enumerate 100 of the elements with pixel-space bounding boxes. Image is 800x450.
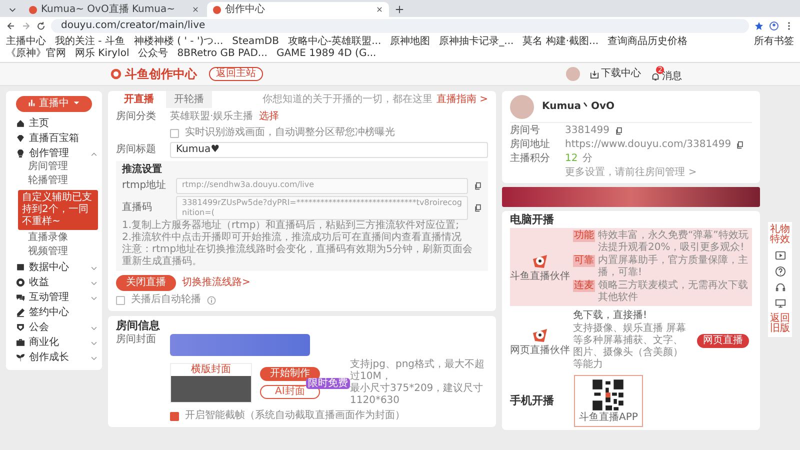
star-icon[interactable]	[754, 21, 764, 31]
guide-link[interactable]: 直播指南 >	[436, 94, 488, 106]
sprout-icon	[16, 353, 25, 362]
sidebar-item[interactable]: 收益	[10, 275, 98, 290]
sidebar-item[interactable]: 公会	[10, 320, 98, 335]
address-bar[interactable]: douyu.com/creator/main/live	[51, 19, 749, 33]
note-text: 2.推流软件中点击开播即可开始推流，推流成功后可在直播间内查看直播情况	[122, 232, 463, 244]
guide-hint: 你想知道的关于开播的一切，都在这里	[262, 94, 432, 106]
field-label: 房间标题	[116, 144, 157, 156]
sidebar-item[interactable]: 主页	[10, 116, 98, 131]
play-icon[interactable]	[774, 250, 786, 261]
back-icon[interactable]	[6, 21, 16, 31]
field-label: 房间封面	[116, 334, 157, 347]
avatar	[510, 95, 534, 119]
score-value: 12	[565, 153, 578, 165]
coin-icon	[16, 278, 25, 287]
sidebar-subitem[interactable]: 视频管理	[10, 246, 98, 260]
info-label: 房间地址	[510, 139, 551, 151]
copy-icon[interactable]	[614, 127, 623, 135]
upload-hint: 支持jpg、png格式，最大不超过10M，	[350, 359, 486, 382]
sidebar-item[interactable]: 创作成长	[10, 350, 98, 365]
switch-line-link[interactable]: 切换推流线路>	[182, 277, 250, 289]
copy-icon[interactable]	[474, 204, 482, 212]
note-text: 注意：rtmp地址在切换推流线路时会变化，直播码有效期为5分钟，刷新页面会重新生成直播码。	[122, 244, 474, 268]
sidebar-item[interactable]: 商业化	[10, 335, 98, 350]
info-label: 房间号	[510, 125, 541, 137]
web-app-description: 支持摄像、娱乐直播 屏幕等多种屏幕捕获、文字、图片、摄像头（含美颜）等能力	[573, 323, 688, 371]
section-heading: 电脑开播	[510, 214, 555, 226]
close-icon[interactable]	[376, 6, 383, 13]
sidebar-item[interactable]: 互动管理	[10, 290, 98, 305]
sidebar-subitem[interactable]: 轮播管理	[10, 175, 98, 189]
feature-text: 特效丰富，永久免费“弹幕”特效玩法提升观看20%，吸引更多观众!	[598, 230, 749, 254]
bar-chart-icon	[27, 98, 36, 107]
bookmark[interactable]: 神楼神楼 ( ' - ')つ...	[134, 36, 224, 48]
back-to-site-button[interactable]: 返回主站	[209, 67, 263, 81]
gift-effects-link[interactable]: 礼物特效	[770, 225, 790, 245]
profile-icon[interactable]	[769, 21, 779, 31]
headset-icon[interactable]	[774, 282, 786, 293]
field-label: rtmp地址	[122, 180, 168, 192]
event-banner[interactable]	[502, 187, 760, 207]
bookmark[interactable]: 查询商品历史价格	[608, 36, 688, 48]
copy-icon[interactable]	[736, 141, 744, 149]
bookmark[interactable]: SteamDB	[232, 36, 279, 48]
category-value: 英雄联盟·娱乐主播	[170, 111, 254, 123]
qr-code	[591, 378, 626, 412]
bookmark[interactable]: 原神抽卡记录_...	[439, 36, 514, 48]
bookmark[interactable]: 网乐 Kirylol	[75, 48, 130, 60]
title-input[interactable]: Kumua♥	[170, 142, 488, 158]
sidebar-subitem[interactable]: 房间管理	[10, 161, 98, 175]
section-heading: 手机开播	[510, 395, 554, 407]
download-center-button[interactable]: 下载中心	[590, 68, 641, 80]
checkbox-label: 关播后自动轮播	[131, 294, 201, 306]
choose-category-link[interactable]: 选择	[259, 111, 280, 123]
all-bookmarks[interactable]: 所有书签	[754, 36, 794, 48]
live-mode-tab[interactable]: 开轮播	[166, 91, 212, 108]
bookmark[interactable]: GAME 1989 4D (G...	[276, 48, 376, 60]
old-version-link[interactable]: 返回旧版	[770, 314, 790, 334]
bookmark[interactable]: 《原神》官网	[6, 48, 66, 60]
download-icon	[590, 70, 599, 78]
sidebar-item[interactable]: 直播百宝箱	[10, 131, 98, 146]
bookmark[interactable]: 原神地图	[390, 36, 430, 48]
monitor-icon[interactable]	[774, 298, 786, 309]
feature-tag: 可靠	[573, 255, 595, 267]
bell-icon	[651, 72, 660, 81]
app-name: 斗鱼直播伙伴	[510, 271, 570, 283]
tooltip: 自定义辅助已支持到2个，一同不重样~	[18, 190, 98, 230]
feature-text: 领略三方联麦模式，无需再次下载其他软件	[598, 280, 749, 304]
help-icon[interactable]	[774, 266, 786, 277]
sidebar-subitem[interactable]: 直播录像	[10, 232, 98, 246]
bookmark[interactable]: 攻略中心-英雄联盟...	[288, 36, 382, 48]
sidebar-item[interactable]: 数据中心	[10, 260, 98, 275]
browser-tab[interactable]: Kumua~ OvO直播 Kumua~	[23, 2, 205, 17]
logo[interactable]: 斗鱼创作中心	[110, 68, 197, 80]
info-icon[interactable]	[207, 296, 216, 304]
reload-icon[interactable]	[36, 21, 46, 31]
free-badge: 限时免费	[306, 378, 350, 389]
sidebar-item[interactable]: 创作管理	[10, 146, 98, 161]
checkbox[interactable]	[170, 412, 179, 420]
briefcase-icon	[16, 338, 25, 347]
web-live-button[interactable]: 网页直播	[697, 334, 749, 348]
copy-icon[interactable]	[474, 182, 482, 190]
bookmark[interactable]: 公众号	[138, 48, 168, 60]
note-text: 1.复制上方服务器地址（rtmp）和直播码后，粘贴到三方推流软件对应位置;	[122, 220, 460, 232]
streamer-name: Kumua丶OvO	[542, 101, 614, 113]
bulb-icon	[16, 149, 25, 158]
sidebar-item[interactable]: 签约中心	[10, 305, 98, 320]
bookmark[interactable]: 主播中心	[6, 36, 46, 48]
score-unit: 分	[582, 153, 593, 165]
new-tab-icon[interactable]	[395, 5, 404, 14]
close-live-button[interactable]: 关闭直播	[116, 275, 176, 291]
section-heading: 房间信息	[116, 320, 161, 332]
browser-tab[interactable]: 创作中心	[207, 2, 389, 17]
bookmark[interactable]: 8BRetro GB PAD...	[177, 48, 268, 60]
live-status-button[interactable]: 直播中	[16, 96, 92, 112]
checkbox[interactable]	[116, 296, 125, 304]
bookmark[interactable]: 我的关注 - 斗鱼	[55, 36, 125, 48]
checkbox[interactable]	[170, 128, 179, 138]
bookmark[interactable]: 莫名 构建·截图...	[522, 36, 599, 48]
close-icon[interactable]	[192, 6, 199, 13]
checkbox-label: 开启智能截帧（系统自动截取直播画面作为封面）	[185, 410, 405, 422]
